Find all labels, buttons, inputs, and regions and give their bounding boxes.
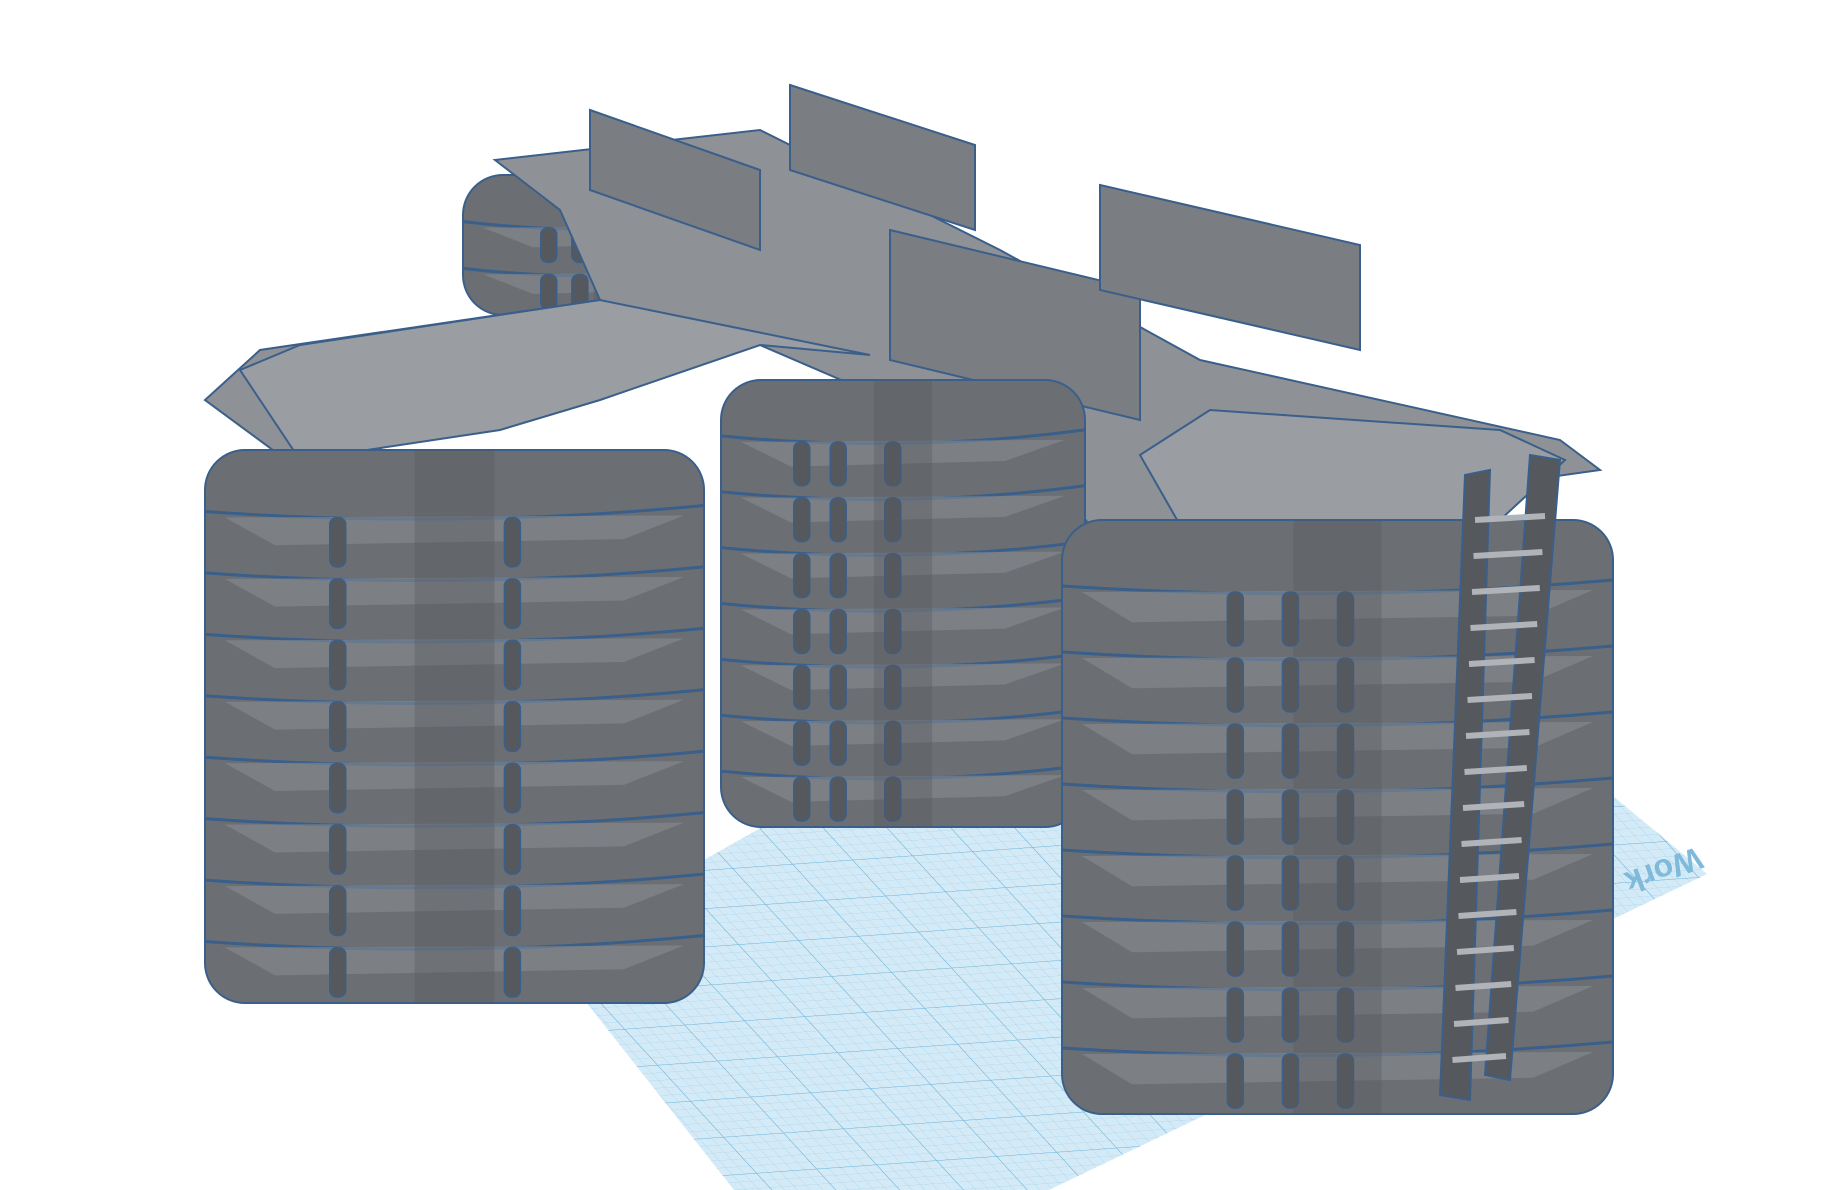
right-tower-column xyxy=(1226,855,1245,911)
ladder-rung xyxy=(1464,765,1527,775)
ladder-rung xyxy=(1459,873,1520,883)
middle-tower-column xyxy=(829,552,847,599)
back-tower-column xyxy=(540,273,558,310)
right-tower-column xyxy=(1226,657,1245,713)
ladder-rung xyxy=(1467,693,1533,703)
back-tower-column xyxy=(540,226,558,264)
right-tower-core xyxy=(1293,520,1382,1114)
middle-tower-column xyxy=(829,720,847,766)
left-tower-column xyxy=(329,762,347,814)
ladder-rung xyxy=(1474,513,1546,523)
left-tower-column xyxy=(329,516,347,568)
middle-tower-column xyxy=(829,776,847,822)
right-tower-column xyxy=(1226,789,1245,845)
right-tower-column xyxy=(1226,723,1245,779)
middle-tower-column xyxy=(793,441,811,487)
right-tower-column xyxy=(1226,591,1245,647)
left-tower-column xyxy=(329,701,347,752)
ladder-rung xyxy=(1473,549,1543,559)
left-tower-column xyxy=(503,885,522,937)
3d-viewport[interactable]: Work xyxy=(0,0,1840,1190)
middle-tower-core xyxy=(873,380,933,827)
left-tower-column xyxy=(503,701,522,752)
ladder-rung xyxy=(1458,909,1517,919)
middle-tower-column xyxy=(829,497,847,543)
ladder-rung xyxy=(1455,981,1512,991)
middle-tower-column xyxy=(829,441,847,487)
left-tower-column xyxy=(329,578,347,630)
left-tower-column xyxy=(329,823,347,875)
ladder-rung xyxy=(1470,621,1538,631)
middle-tower-column xyxy=(793,664,811,710)
left-tower-column xyxy=(503,516,522,568)
ladder-rung xyxy=(1452,1053,1507,1063)
middle-tower-column xyxy=(793,720,811,766)
middle-tower-column xyxy=(829,664,847,710)
ladder-rung xyxy=(1465,729,1530,739)
ladder-rung xyxy=(1462,801,1525,811)
left-tower-column xyxy=(329,639,347,691)
right-tower-column xyxy=(1226,1053,1245,1109)
ladder-rung xyxy=(1471,585,1540,595)
middle-tower-column xyxy=(793,552,811,599)
scene-canvas[interactable]: Work xyxy=(0,0,1840,1190)
middle-tower-column xyxy=(793,776,811,822)
left-tower-core xyxy=(414,450,495,1003)
left-tower-column xyxy=(329,946,347,998)
middle-tower-column xyxy=(829,608,847,655)
left-tower-column xyxy=(329,885,347,937)
ladder-rung xyxy=(1453,1017,1509,1027)
ladder-rung xyxy=(1468,657,1535,667)
ladder-rung xyxy=(1461,837,1522,847)
left-tower-column xyxy=(503,639,522,691)
right-tower-column xyxy=(1226,987,1245,1043)
left-tower-column xyxy=(503,946,522,998)
right-tower-column xyxy=(1226,921,1245,977)
ladder-rung xyxy=(1456,945,1515,955)
middle-tower-column xyxy=(793,497,811,543)
left-tower-column xyxy=(503,578,522,630)
left-tower-column xyxy=(503,823,522,875)
left-tower-column xyxy=(503,762,522,814)
middle-tower-column xyxy=(793,608,811,655)
